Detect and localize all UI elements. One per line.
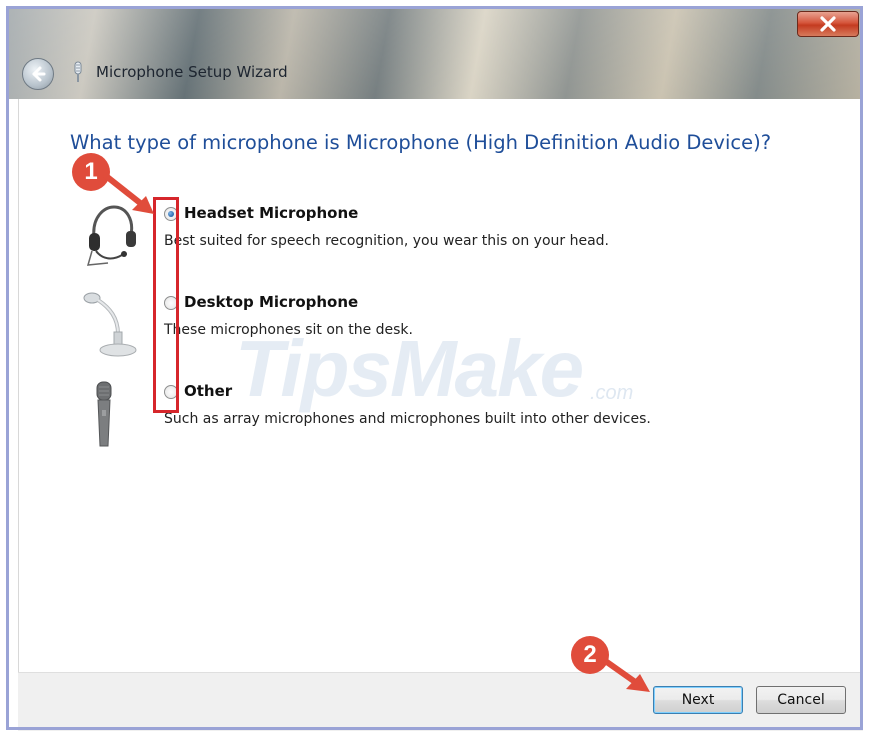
- close-icon: [820, 16, 836, 32]
- close-button[interactable]: [797, 11, 859, 37]
- window-title: Microphone Setup Wizard: [96, 63, 288, 81]
- microphone-icon: [74, 61, 82, 82]
- screenshot-frame: Microphone Setup Wizard What type of mic…: [0, 0, 869, 736]
- back-button[interactable]: [22, 58, 54, 90]
- frame-border: [6, 6, 863, 730]
- back-arrow-icon: [32, 66, 46, 82]
